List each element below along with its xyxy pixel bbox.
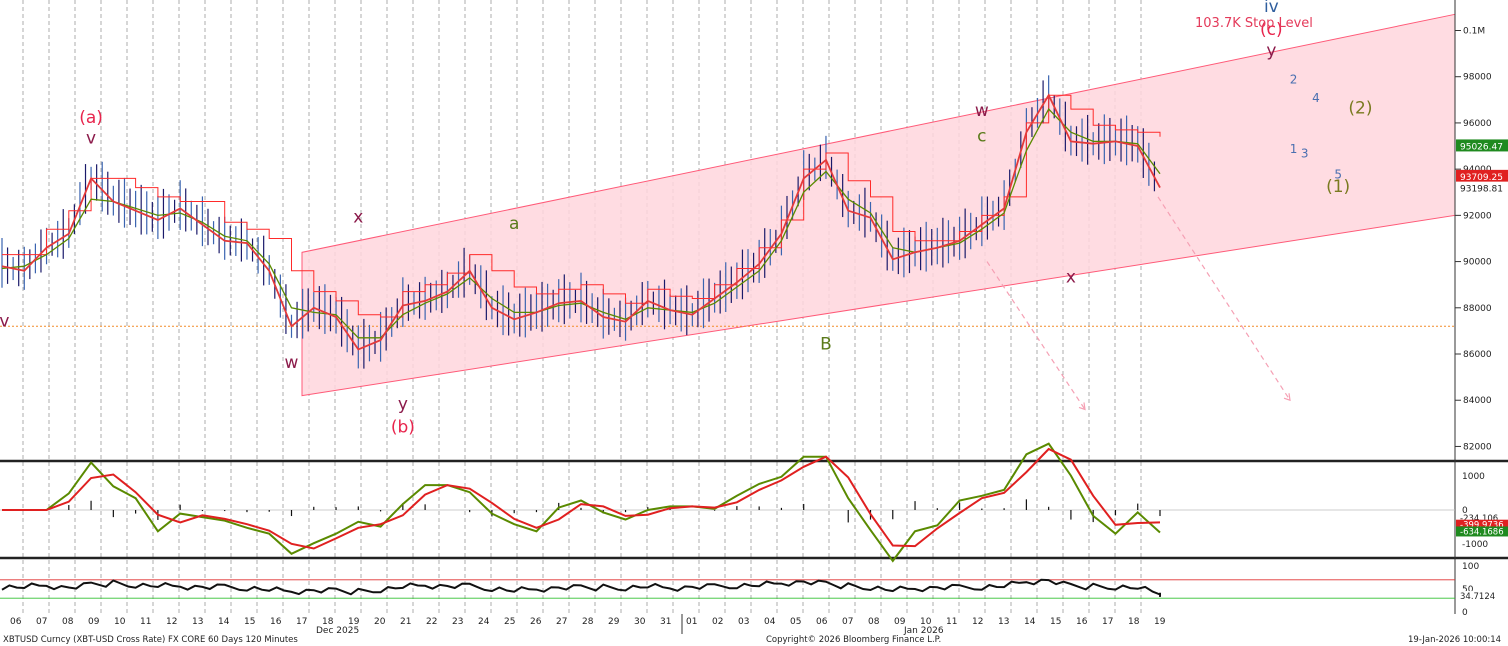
- date-tick-label: 14: [1024, 617, 1036, 627]
- date-tick-label: 08: [868, 617, 880, 627]
- signal-line: [2, 447, 1161, 550]
- rsi-axis-ticks: 10050034.7124: [1456, 562, 1504, 618]
- wave-label: iv: [0, 311, 9, 331]
- month-label: Dec 2025: [316, 626, 359, 636]
- date-tick-label: 12: [972, 617, 983, 627]
- wave-label: (b): [391, 418, 415, 438]
- date-tick-label: 13: [192, 617, 203, 627]
- price-tick-label: 82000: [1463, 442, 1492, 452]
- date-tick-label: 30: [634, 617, 646, 627]
- date-tick-label: 03: [738, 617, 749, 627]
- price-tick-label: 96000: [1463, 119, 1492, 129]
- wave-label: x: [1066, 267, 1076, 287]
- date-tick-label: 08: [62, 617, 74, 627]
- date-tick-label: 10: [114, 617, 126, 627]
- date-tick-label: 02: [712, 617, 723, 627]
- date-axis-ticks: 06 07 08 09 10 11 12 13 14 15 16 17 18 19 20 21 22 23 24 25…: [10, 614, 1166, 634]
- price-tick-label: 90000: [1463, 258, 1492, 268]
- date-tick-label: 13: [998, 617, 1009, 627]
- timestamp-label: 19-Jan-2026 10:00:14: [1408, 635, 1501, 645]
- stop-level-label: 103.7K Stop Level: [1195, 16, 1313, 31]
- trend-channel: [301, 13, 1456, 397]
- date-tick-label: 07: [842, 617, 853, 627]
- price-tick-label: 86000: [1463, 350, 1492, 360]
- date-tick-label: 17: [296, 617, 307, 627]
- date-tick-label: 31: [660, 617, 671, 627]
- date-tick-label: 22: [426, 617, 437, 627]
- date-tick-label: 15: [244, 617, 255, 627]
- date-tick-label: 26: [530, 617, 542, 627]
- wave-label: y: [398, 394, 408, 414]
- rsi-tick-label: 100: [1462, 562, 1479, 572]
- date-tick-label: 19: [1154, 617, 1166, 627]
- date-tick-label: 28: [582, 617, 594, 627]
- wave-label: 2: [1290, 73, 1298, 87]
- wave-label: v: [86, 129, 96, 149]
- date-tick-label: 09: [88, 617, 100, 627]
- rsi-tick-label: 0: [1462, 608, 1468, 618]
- wave-label: a: [509, 214, 519, 234]
- macd-tick-label: 1000: [1462, 472, 1485, 482]
- wave-label: x: [353, 207, 363, 227]
- macd-axis-ticks: 10000-1000-234.106-399.9736-634.1686: [1456, 472, 1508, 550]
- price-tick-label: 98000: [1463, 73, 1492, 83]
- arrow-head: [1283, 393, 1291, 402]
- wave-label: c: [977, 126, 986, 146]
- rsi-line: [1, 578, 1161, 597]
- date-tick-label: 06: [10, 617, 22, 627]
- date-tick-label: 16: [270, 617, 282, 627]
- date-tick-label: 16: [1076, 617, 1088, 627]
- date-tick-label: 06: [816, 617, 828, 627]
- date-tick-label: 04: [764, 617, 776, 627]
- date-tick-label: 25: [504, 617, 515, 627]
- date-tick-label: 01: [686, 617, 697, 627]
- date-tick-label: 14: [218, 617, 230, 627]
- date-tick-label: 27: [556, 617, 567, 627]
- date-tick-label: 11: [946, 617, 957, 627]
- wave-label: 1: [1290, 142, 1298, 156]
- wave-label: w: [975, 101, 989, 121]
- price-axis-ticks: 0.1M980009600094000920009000088000860008…: [1455, 26, 1492, 452]
- price-tick-label: 92000: [1463, 211, 1492, 221]
- date-tick-label: 07: [36, 617, 47, 627]
- price-chart: (a)vivwxy(b)aBwcxiv(c)y24(2)135(1)v(c) 1…: [0, 0, 1508, 645]
- price-tag-label: 95026.47: [1460, 142, 1503, 152]
- rsi-value-label: 34.7124: [1460, 592, 1495, 602]
- date-tick-label: 15: [1050, 617, 1061, 627]
- wave-label: (2): [1348, 99, 1372, 119]
- price-tick-label: 88000: [1463, 304, 1492, 314]
- date-tick-label: 17: [1102, 617, 1113, 627]
- date-tick-label: 12: [166, 617, 177, 627]
- date-tick-label: 11: [140, 617, 151, 627]
- price-tick-label: 0.1M: [1463, 26, 1485, 36]
- date-tick-label: 20: [374, 617, 386, 627]
- date-tick-label: 21: [400, 617, 411, 627]
- wave-label: 4: [1312, 91, 1320, 105]
- copyright-label: Copyright© 2026 Bloomberg Finance L.P.: [766, 635, 941, 645]
- instrument-label: XBTUSD Curncy (XBT-USD Cross Rate) FX CO…: [3, 635, 298, 645]
- date-tick-label: 29: [608, 617, 620, 627]
- macd-tag-label: -634.1686: [1460, 527, 1504, 537]
- date-tick-label: 24: [478, 617, 490, 627]
- wave-label: y: [1266, 41, 1276, 61]
- rsi-panel: [0, 578, 1455, 599]
- date-tick-label: 18: [1128, 617, 1140, 627]
- wave-label: B: [820, 334, 832, 354]
- wave-label: (1): [1326, 177, 1350, 197]
- price-tag-label: 93198.81: [1460, 185, 1503, 195]
- wave-label: iv: [1264, 0, 1279, 17]
- wave-label: 3: [1301, 147, 1309, 161]
- wave-label: (a): [79, 108, 103, 128]
- price-tag-label: 93709.25: [1460, 173, 1503, 183]
- date-tick-label: 23: [452, 617, 463, 627]
- price-tick-label: 84000: [1463, 396, 1492, 406]
- wave-label: w: [285, 353, 299, 373]
- date-tick-label: 05: [790, 617, 801, 627]
- macd-tick-label: -1000: [1462, 540, 1488, 550]
